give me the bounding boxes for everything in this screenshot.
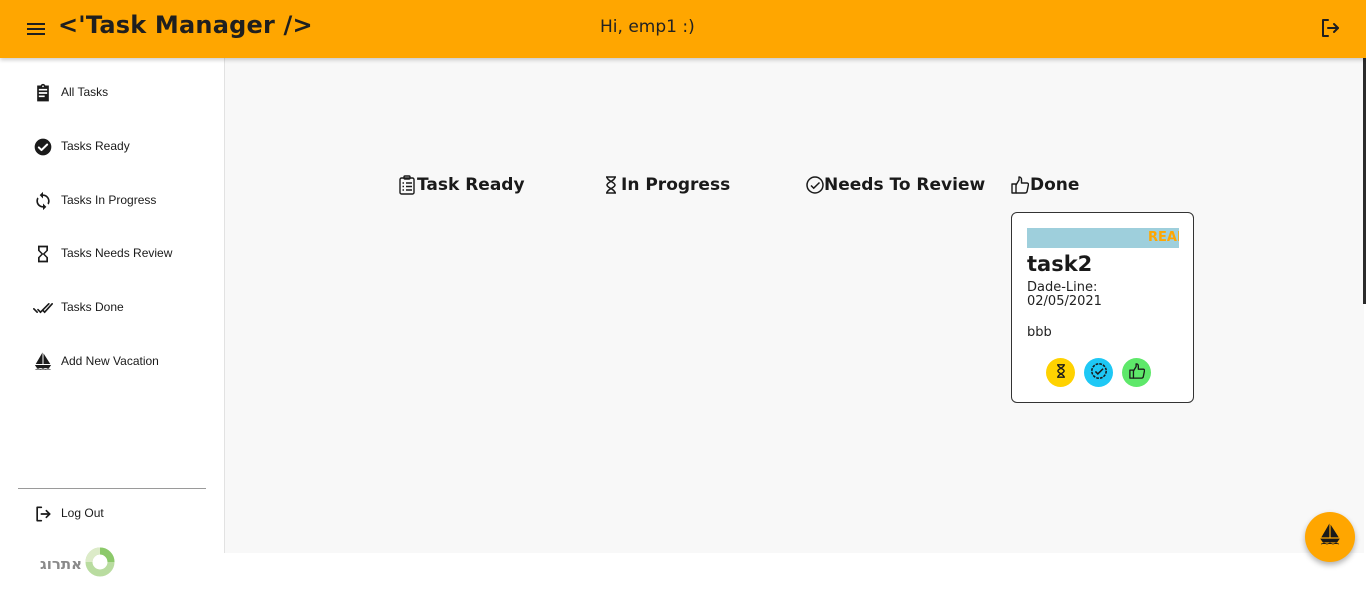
task-board: Task Ready In Progress Needs To Review D…	[225, 58, 1364, 553]
card-title: task2	[1027, 252, 1093, 276]
checklist-icon	[398, 175, 416, 195]
check-circle-outline-icon	[805, 175, 824, 195]
sidebar-item-tasks-done[interactable]: Tasks Done	[0, 288, 224, 328]
sidebar-item-label: Tasks Ready	[61, 139, 130, 153]
sidebar-item-tasks-needs-review[interactable]: Tasks Needs Review	[0, 234, 224, 274]
app-title: <'Task Manager />	[58, 11, 313, 39]
column-title: Done	[1030, 175, 1080, 195]
check-circle-outline-icon	[1090, 362, 1108, 384]
logout-icon	[33, 504, 53, 524]
logout-icon[interactable]	[1318, 16, 1342, 40]
sailboat-icon	[33, 352, 53, 372]
double-check-icon	[33, 298, 54, 318]
hourglass-icon	[602, 175, 620, 195]
hourglass-icon	[33, 244, 53, 264]
sidebar-item-tasks-ready[interactable]: Tasks Ready	[0, 127, 224, 167]
column-header-in-progress: In Progress	[602, 172, 730, 198]
user-greeting: Hi, emp1 :)	[600, 17, 695, 37]
sidebar-item-label: Log Out	[61, 506, 104, 520]
sidebar-item-label: All Tasks	[61, 85, 109, 99]
clipboard-icon	[33, 83, 53, 103]
column-title: In Progress	[621, 175, 731, 195]
card-deadline-label: Dade-Line:	[1027, 280, 1098, 295]
brand-text: אתרוג	[40, 555, 83, 573]
card-status-bar: READY	[1027, 228, 1179, 248]
top-app-bar: <'Task Manager /> Hi, emp1 :)	[0, 0, 1366, 58]
add-vacation-fab-button[interactable]	[1305, 512, 1355, 562]
sidebar-item-log-out[interactable]: Log Out	[0, 494, 224, 534]
brand-ring-icon	[84, 546, 116, 582]
sidebar-item-label: Add New Vacation	[61, 354, 159, 368]
card-status-label: READY	[1148, 230, 1179, 245]
move-to-in-progress-button[interactable]	[1046, 358, 1075, 387]
sailboat-icon	[1318, 523, 1342, 551]
sidebar: All Tasks Tasks Ready Tasks In Progress …	[0, 58, 225, 577]
move-to-review-button[interactable]	[1084, 358, 1113, 387]
column-header-task-ready: Task Ready	[398, 172, 525, 198]
sidebar-item-label: Tasks In Progress	[61, 193, 157, 207]
sidebar-item-add-new-vacation[interactable]: Add New Vacation	[0, 342, 224, 382]
move-to-done-button[interactable]	[1122, 358, 1151, 387]
thumbs-up-icon	[1128, 362, 1145, 384]
sidebar-item-tasks-in-progress[interactable]: Tasks In Progress	[0, 181, 224, 221]
thumbs-up-icon	[1011, 175, 1030, 195]
card-description: bbb	[1027, 325, 1052, 340]
column-title: Needs To Review	[824, 175, 986, 195]
column-header-needs-to-review: Needs To Review	[805, 172, 985, 198]
brand-logo: אתרוג	[40, 546, 130, 582]
sidebar-item-all-tasks[interactable]: All Tasks	[0, 73, 224, 113]
task-card[interactable]: READY task2 Dade-Line: 02/05/2021 bbb	[1011, 212, 1194, 403]
sidebar-item-label: Tasks Done	[61, 300, 124, 314]
hourglass-icon	[1054, 363, 1068, 383]
column-title: Task Ready	[417, 175, 525, 195]
check-circle-icon	[33, 137, 53, 157]
sidebar-divider	[18, 488, 206, 489]
sync-icon	[33, 191, 53, 211]
hamburger-menu-icon[interactable]	[24, 17, 48, 41]
sidebar-item-label: Tasks Needs Review	[61, 246, 173, 260]
card-deadline-value: 02/05/2021	[1027, 294, 1102, 309]
column-header-done: Done	[1011, 172, 1079, 198]
